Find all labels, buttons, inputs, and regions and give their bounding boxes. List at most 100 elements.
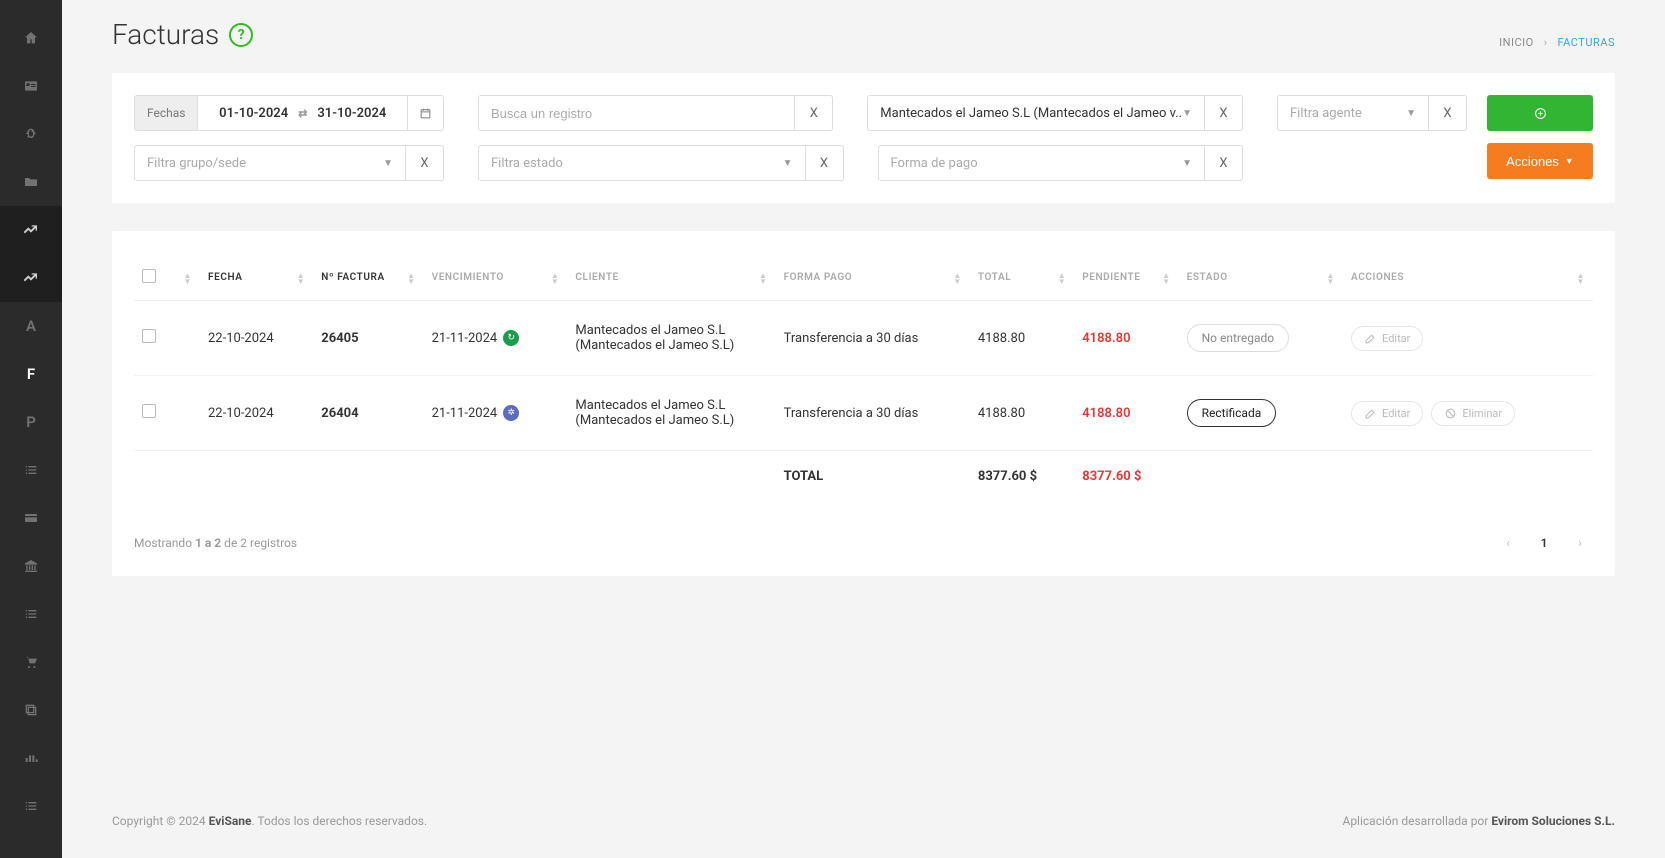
- cell-estado: No entregado: [1179, 301, 1343, 376]
- page-current[interactable]: 1: [1531, 530, 1557, 556]
- total-label: TOTAL: [776, 451, 970, 507]
- clear-state-button[interactable]: X: [806, 145, 844, 181]
- letter-f-icon: F: [27, 365, 35, 383]
- edit-button[interactable]: Editar: [1351, 401, 1423, 426]
- pagination: ‹ 1 ›: [1495, 530, 1593, 556]
- status-dot-icon: ↻: [503, 330, 519, 346]
- sidebar-card[interactable]: [0, 62, 62, 110]
- sidebar-bank[interactable]: [0, 542, 62, 590]
- sidebar-copy[interactable]: [0, 686, 62, 734]
- actions-button[interactable]: Acciones ▼: [1487, 143, 1593, 179]
- col-total[interactable]: TOTAL▲▼: [970, 259, 1074, 301]
- col-cliente[interactable]: CLIENTE▲▼: [567, 259, 775, 301]
- copy-icon: [23, 702, 39, 718]
- filters-panel: Fechas 01-10-2024 ⇄ 31-10-2024: [112, 73, 1615, 203]
- letter-a-icon: A: [26, 317, 36, 335]
- sidebar-home[interactable]: [0, 14, 62, 62]
- sidebar-a[interactable]: A: [0, 302, 62, 350]
- cell-estado: Rectificada: [1179, 376, 1343, 451]
- clear-group-button[interactable]: X: [406, 145, 444, 181]
- sidebar-list1[interactable]: [0, 446, 62, 494]
- footer-dev-link[interactable]: Evirom Soluciones S.L.: [1491, 814, 1615, 828]
- sidebar-folder[interactable]: [0, 158, 62, 206]
- invoice-table-card: ▲▼ FECHA▲▼ Nº FACTURA▲▼ VENCIMIENTO▲▼ CL…: [112, 231, 1615, 576]
- col-formapago[interactable]: FORMA PAGO▲▼: [776, 259, 970, 301]
- col-fecha[interactable]: FECHA▲▼: [200, 259, 313, 301]
- footer-brand[interactable]: EviSane: [209, 814, 252, 828]
- date-to: 31-10-2024: [317, 106, 386, 121]
- sidebar-bug[interactable]: [0, 110, 62, 158]
- clear-agent-button[interactable]: X: [1429, 95, 1467, 131]
- sidebar-chart2[interactable]: [0, 254, 62, 302]
- select-all-checkbox[interactable]: [142, 269, 156, 283]
- breadcrumb-home[interactable]: INICIO: [1499, 36, 1534, 49]
- calendar-icon[interactable]: [407, 96, 443, 130]
- sidebar-cart[interactable]: [0, 638, 62, 686]
- chevron-down-icon: ▼: [1182, 158, 1192, 169]
- edit-icon: [1364, 332, 1377, 345]
- agent-filter[interactable]: Filtra agente ▼: [1277, 95, 1429, 131]
- col-estado[interactable]: ESTADO▲▼: [1179, 259, 1343, 301]
- cell-formapago: Transferencia a 30 días: [776, 301, 970, 376]
- help-icon[interactable]: ?: [229, 23, 253, 47]
- date-range-filter[interactable]: Fechas 01-10-2024 ⇄ 31-10-2024: [134, 95, 444, 131]
- sort-icon[interactable]: ▲▼: [183, 272, 192, 284]
- col-pendiente[interactable]: PENDIENTE▲▼: [1074, 259, 1178, 301]
- sidebar-f[interactable]: F: [0, 350, 62, 398]
- cell-fecha: 22-10-2024: [200, 301, 313, 376]
- sidebar-list3[interactable]: [0, 782, 62, 830]
- list-icon: [23, 462, 39, 478]
- clear-search-button[interactable]: X: [795, 95, 833, 131]
- clear-payment-button[interactable]: X: [1205, 145, 1243, 181]
- state-filter-placeholder: Filtra estado: [491, 156, 563, 171]
- delete-button[interactable]: Eliminar: [1431, 401, 1515, 426]
- cell-fecha: 22-10-2024: [200, 376, 313, 451]
- search-input[interactable]: [478, 95, 795, 131]
- sidebar-bars[interactable]: [0, 734, 62, 782]
- sidebar-p[interactable]: P: [0, 398, 62, 446]
- cell-cliente: Mantecados el Jameo S.L (Mantecados el J…: [567, 376, 775, 451]
- table-row: 22-10-2024 26404 21-11-2024✲ Mantecados …: [134, 376, 1593, 451]
- chevron-right-icon: ›: [1544, 36, 1548, 49]
- edit-button[interactable]: Editar: [1351, 326, 1423, 351]
- cell-nfactura: 26405: [313, 301, 423, 376]
- clear-client-button[interactable]: X: [1205, 95, 1243, 131]
- cell-formapago: Transferencia a 30 días: [776, 376, 970, 451]
- col-nfactura[interactable]: Nº FACTURA▲▼: [313, 259, 423, 301]
- group-filter[interactable]: Filtra grupo/sede ▼: [134, 145, 406, 181]
- id-card-icon: [23, 78, 39, 94]
- sidebar-chart1[interactable]: [0, 206, 62, 254]
- sidebar-list2[interactable]: [0, 590, 62, 638]
- page-next[interactable]: ›: [1567, 530, 1593, 556]
- payment-filter-placeholder: Forma de pago: [891, 156, 978, 171]
- add-button[interactable]: [1487, 95, 1593, 131]
- client-filter[interactable]: Mantecados el Jameo S.L (Mantecados el J…: [867, 95, 1205, 131]
- chevron-down-icon: ▼: [1182, 108, 1192, 119]
- plus-circle-icon: [1534, 107, 1547, 120]
- bug-icon: [23, 126, 39, 142]
- total-row: TOTAL 8377.60 $ 8377.60 $: [134, 451, 1593, 507]
- row-checkbox[interactable]: [142, 329, 156, 343]
- status-badge: Rectificada: [1187, 399, 1277, 427]
- letter-p-icon: P: [26, 413, 36, 431]
- state-filter[interactable]: Filtra estado ▼: [478, 145, 806, 181]
- chevron-down-icon: ▼: [383, 158, 393, 169]
- cart-icon: [23, 654, 39, 670]
- bar-chart-icon: [23, 750, 39, 766]
- col-vencimiento[interactable]: VENCIMIENTO▲▼: [424, 259, 568, 301]
- col-acciones[interactable]: ACCIONES▲▼: [1343, 259, 1593, 301]
- chevron-down-icon: ▼: [1565, 156, 1574, 166]
- cell-pendiente: 4188.80: [1074, 301, 1178, 376]
- cell-vencimiento: 21-11-2024✲: [424, 376, 568, 451]
- cell-pendiente: 4188.80: [1074, 376, 1178, 451]
- page-prev[interactable]: ‹: [1495, 530, 1521, 556]
- group-filter-placeholder: Filtra grupo/sede: [147, 156, 246, 171]
- cell-acciones: Editar: [1343, 301, 1593, 376]
- sidebar-creditcard[interactable]: [0, 494, 62, 542]
- agent-filter-placeholder: Filtra agente: [1290, 106, 1362, 121]
- page-header: Facturas ? INICIO › FACTURAS: [112, 18, 1615, 51]
- payment-filter[interactable]: Forma de pago ▼: [878, 145, 1206, 181]
- ban-icon: [1444, 407, 1457, 420]
- chart-line-icon: [23, 222, 39, 238]
- row-checkbox[interactable]: [142, 404, 156, 418]
